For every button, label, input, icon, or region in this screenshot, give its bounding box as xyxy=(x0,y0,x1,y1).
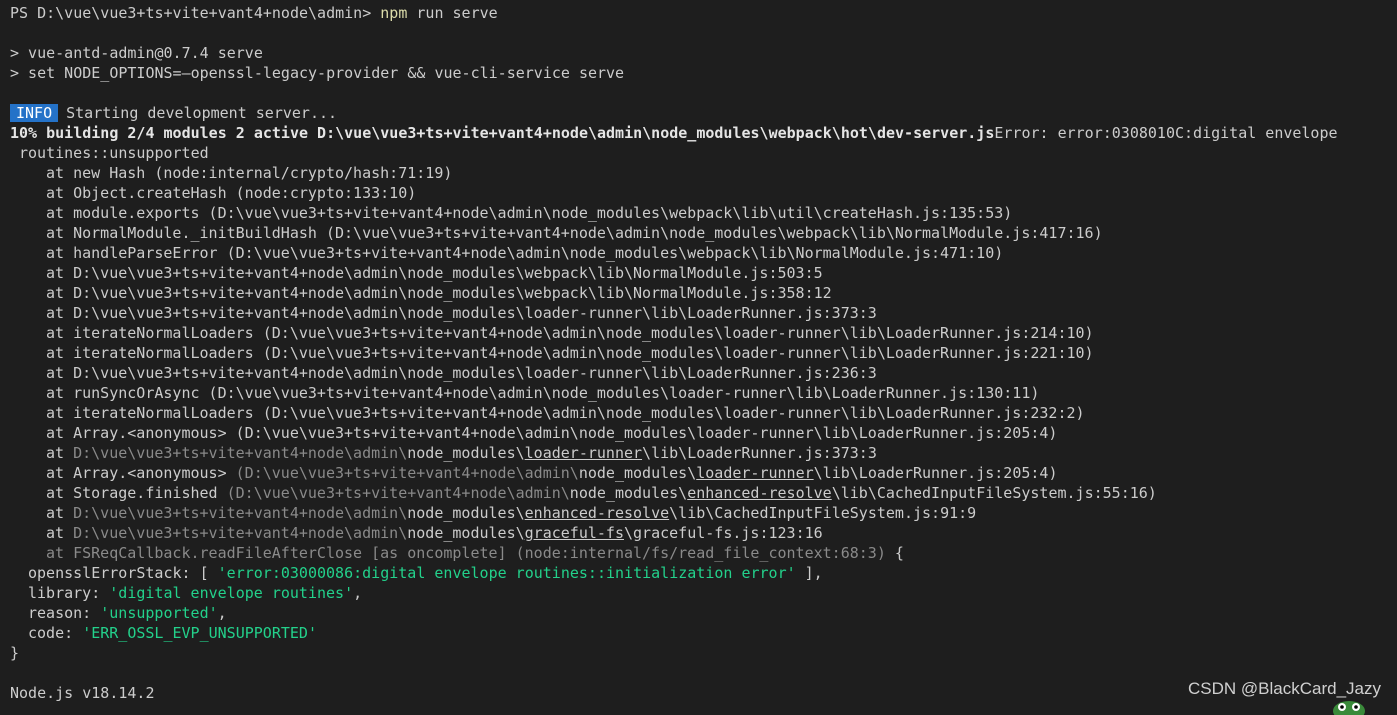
prop-key: opensslErrorStack: [ xyxy=(28,564,218,582)
stack-path: \lib\CachedInputFileSystem.js:55:16) xyxy=(831,484,1157,502)
prop-key: reason: xyxy=(28,604,101,622)
object-open: { xyxy=(885,544,904,562)
error-prop-openssl: opensslErrorStack: [ 'error:03000086:dig… xyxy=(10,563,1397,583)
stack-frame: at Array.<anonymous> (D:\vue\vue3+ts+vit… xyxy=(10,463,1397,483)
prompt-line: PS D:\vue\vue3+ts+vite+vant4+node\admin>… xyxy=(10,3,1397,23)
stack-module-link[interactable]: loader-runner xyxy=(696,464,813,482)
stack-frame: at module.exports (D:\vue\vue3+ts+vite+v… xyxy=(46,204,1013,222)
stack-frame: at D:\vue\vue3+ts+vite+vant4+node\admin\… xyxy=(10,523,1397,543)
stack-frame: at D:\vue\vue3+ts+vite+vant4+node\admin\… xyxy=(10,503,1397,523)
stack-path-dim: (D:\vue\vue3+ts+vite+vant4+node\admin\ xyxy=(235,464,579,482)
error-message-cont: routines::unsupported xyxy=(19,144,209,162)
prop-value: 'unsupported' xyxy=(100,604,218,622)
stack-frame: at iterateNormalLoaders (D:\vue\vue3+ts+… xyxy=(46,404,1085,422)
stack-fn: at Array.<anonymous> xyxy=(46,464,236,482)
stack-path: node_modules\ xyxy=(569,484,688,502)
stack-path: node_modules\ xyxy=(407,444,525,462)
stack-path: \lib\CachedInputFileSystem.js:91:9 xyxy=(669,504,977,522)
prop-punct: ], xyxy=(795,564,823,582)
npm-script-line: > set NODE_OPTIONS=—openssl-legacy-provi… xyxy=(10,64,625,82)
stack-path-dim: (D:\vue\vue3+ts+vite+vant4+node\admin\ xyxy=(226,484,570,502)
build-progress: 10% building 2/4 modules 2 active D:\vue… xyxy=(10,124,995,142)
stack-path: node_modules\ xyxy=(407,524,525,542)
stack-path: \graceful-fs.js:123:16 xyxy=(623,524,823,542)
stack-frame: at Storage.finished (D:\vue\vue3+ts+vite… xyxy=(10,483,1397,503)
stack-module-link[interactable]: loader-runner xyxy=(525,444,642,462)
command-args: run serve xyxy=(407,4,498,22)
error-message: Error: error:0308010C:digital envelope xyxy=(994,124,1338,142)
stack-frame-dim: at FSReqCallback.readFileAfterClose [as … xyxy=(46,544,886,562)
object-close: } xyxy=(10,644,20,662)
prop-punct: , xyxy=(217,604,227,622)
stack-frame: at iterateNormalLoaders (D:\vue\vue3+ts+… xyxy=(46,344,1094,362)
stack-module-link[interactable]: enhanced-resolve xyxy=(525,504,670,522)
stack-path: node_modules\ xyxy=(578,464,697,482)
stack-frame: at Object.createHash (node:crypto:133:10… xyxy=(46,184,417,202)
terminal-output[interactable]: PS D:\vue\vue3+ts+vite+vant4+node\admin>… xyxy=(0,0,1397,715)
watermark-text: CSDN @BlackCard_Jazy xyxy=(1188,679,1381,698)
stack-path-dim: D:\vue\vue3+ts+vite+vant4+node\admin\ xyxy=(73,504,408,522)
stack-frame: at D:\vue\vue3+ts+vite+vant4+node\admin\… xyxy=(46,264,823,282)
stack-frame: at D:\vue\vue3+ts+vite+vant4+node\admin\… xyxy=(46,364,877,382)
stack-fn: at Storage.finished xyxy=(46,484,227,502)
stack-frame: at new Hash (node:internal/crypto/hash:7… xyxy=(46,164,453,182)
stack-path-dim: D:\vue\vue3+ts+vite+vant4+node\admin\ xyxy=(73,524,408,542)
error-prop-library: library: 'digital envelope routines', xyxy=(10,583,1397,603)
stack-module-link[interactable]: enhanced-resolve xyxy=(687,484,832,502)
npm-script-line: > vue-antd-admin@0.7.4 serve xyxy=(10,44,263,62)
stack-path-dim: D:\vue\vue3+ts+vite+vant4+node\admin\ xyxy=(73,444,408,462)
stack-frame: at D:\vue\vue3+ts+vite+vant4+node\admin\… xyxy=(46,304,877,322)
stack-path: node_modules\ xyxy=(407,504,525,522)
prop-key: code: xyxy=(28,624,83,642)
stack-frame: at D:\vue\vue3+ts+vite+vant4+node\admin\… xyxy=(46,284,832,302)
prop-value: 'ERR_OSSL_EVP_UNSUPPORTED' xyxy=(82,624,317,642)
prop-value: 'error:03000086:digital envelope routine… xyxy=(217,564,796,582)
stack-module-link[interactable]: graceful-fs xyxy=(525,524,624,542)
stack-frame: at handleParseError (D:\vue\vue3+ts+vite… xyxy=(46,244,1004,262)
stack-at: at xyxy=(46,504,74,522)
prop-key: library: xyxy=(28,584,110,602)
prop-value: 'digital envelope routines' xyxy=(109,584,354,602)
stack-at: at xyxy=(46,444,74,462)
prompt-path: PS D:\vue\vue3+ts+vite+vant4+node\admin> xyxy=(10,4,381,22)
info-line: INFO Starting development server... xyxy=(10,103,1397,123)
stack-at: at xyxy=(46,524,74,542)
error-prop-code: code: 'ERR_OSSL_EVP_UNSUPPORTED' xyxy=(10,623,1397,643)
stack-frame: at iterateNormalLoaders (D:\vue\vue3+ts+… xyxy=(46,324,1094,342)
error-prop-reason: reason: 'unsupported', xyxy=(10,603,1397,623)
building-line: 10% building 2/4 modules 2 active D:\vue… xyxy=(10,123,1397,143)
stack-frame: at D:\vue\vue3+ts+vite+vant4+node\admin\… xyxy=(10,443,1397,463)
stack-frame: at Array.<anonymous> (D:\vue\vue3+ts+vit… xyxy=(46,424,1058,442)
stack-frame: at runSyncOrAsync (D:\vue\vue3+ts+vite+v… xyxy=(46,384,1040,402)
stack-path: \lib\LoaderRunner.js:205:4) xyxy=(813,464,1058,482)
prop-punct: , xyxy=(353,584,363,602)
info-text: Starting development server... xyxy=(66,104,338,122)
stack-path: \lib\LoaderRunner.js:373:3 xyxy=(642,444,877,462)
stack-frame: at FSReqCallback.readFileAfterClose [as … xyxy=(10,543,1397,563)
mascot-icon xyxy=(1333,701,1365,715)
stack-frame: at NormalModule._initBuildHash (D:\vue\v… xyxy=(46,224,1103,242)
info-badge: INFO xyxy=(10,104,59,122)
command-npm: npm xyxy=(380,4,408,22)
